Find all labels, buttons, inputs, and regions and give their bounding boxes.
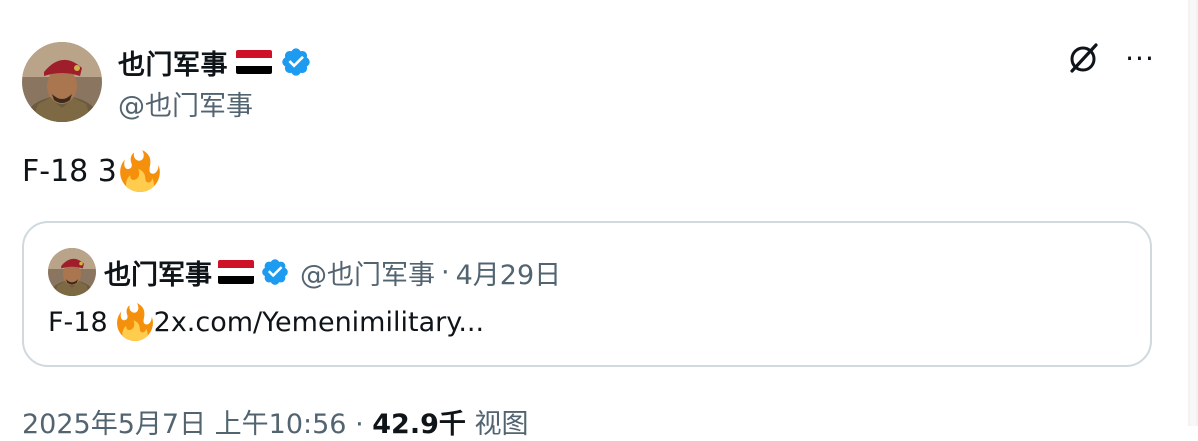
fire-emoji-icon [116, 303, 153, 341]
quoted-text-prefix: F-18 [48, 306, 108, 338]
scrollbar-thumb[interactable] [1190, 0, 1196, 426]
views-label: 视图 [474, 409, 529, 440]
quoted-tweet-text: F-18 2x.com/Yemenimilitary... [48, 303, 484, 341]
tweet-text: F-18 3 [22, 150, 161, 192]
author-name-row: 也门军事 [118, 43, 312, 82]
tweet-text-content: F-18 3 [22, 153, 117, 189]
author-avatar[interactable] [22, 42, 102, 122]
more-options-icon[interactable]: ··· [1122, 40, 1158, 76]
quoted-author-avatar[interactable] [48, 248, 96, 296]
quoted-author-handle[interactable]: @也门军事 [300, 253, 435, 292]
quoted-tweet-header: 也门军事 @也门军事 · 4月29日 [104, 252, 561, 292]
fire-emoji-icon [120, 150, 160, 192]
quoted-author-name[interactable]: 也门军事 [104, 253, 212, 292]
tweet-timestamp[interactable]: 2025年5月7日 上午10:56 [22, 409, 346, 440]
separator-dot: · [355, 409, 364, 440]
military-officer-avatar-icon [22, 42, 102, 122]
author-handle[interactable]: @也门军事 [118, 84, 253, 123]
author-display-name[interactable]: 也门军事 [118, 43, 228, 82]
yemen-flag-icon [218, 260, 254, 284]
separator-dot: · [441, 256, 450, 288]
views-count: 42.9千 [372, 409, 466, 440]
yemen-flag-icon [236, 50, 272, 74]
grok-icon[interactable] [1066, 40, 1102, 76]
tweet-toolbar: ··· [1066, 40, 1158, 76]
quoted-text-link[interactable]: 2x.com/Yemenimilitary... [154, 307, 484, 338]
quoted-tweet-date[interactable]: 4月29日 [456, 253, 562, 292]
scrollbar-track[interactable] [1188, 0, 1198, 426]
quoted-tweet-card[interactable] [22, 221, 1152, 367]
verified-badge-icon[interactable] [280, 46, 312, 78]
verified-badge-icon[interactable] [260, 257, 290, 287]
tweet-meta: 2025年5月7日 上午10:56 · 42.9千 视图 [22, 402, 528, 441]
military-officer-avatar-icon [48, 248, 96, 296]
